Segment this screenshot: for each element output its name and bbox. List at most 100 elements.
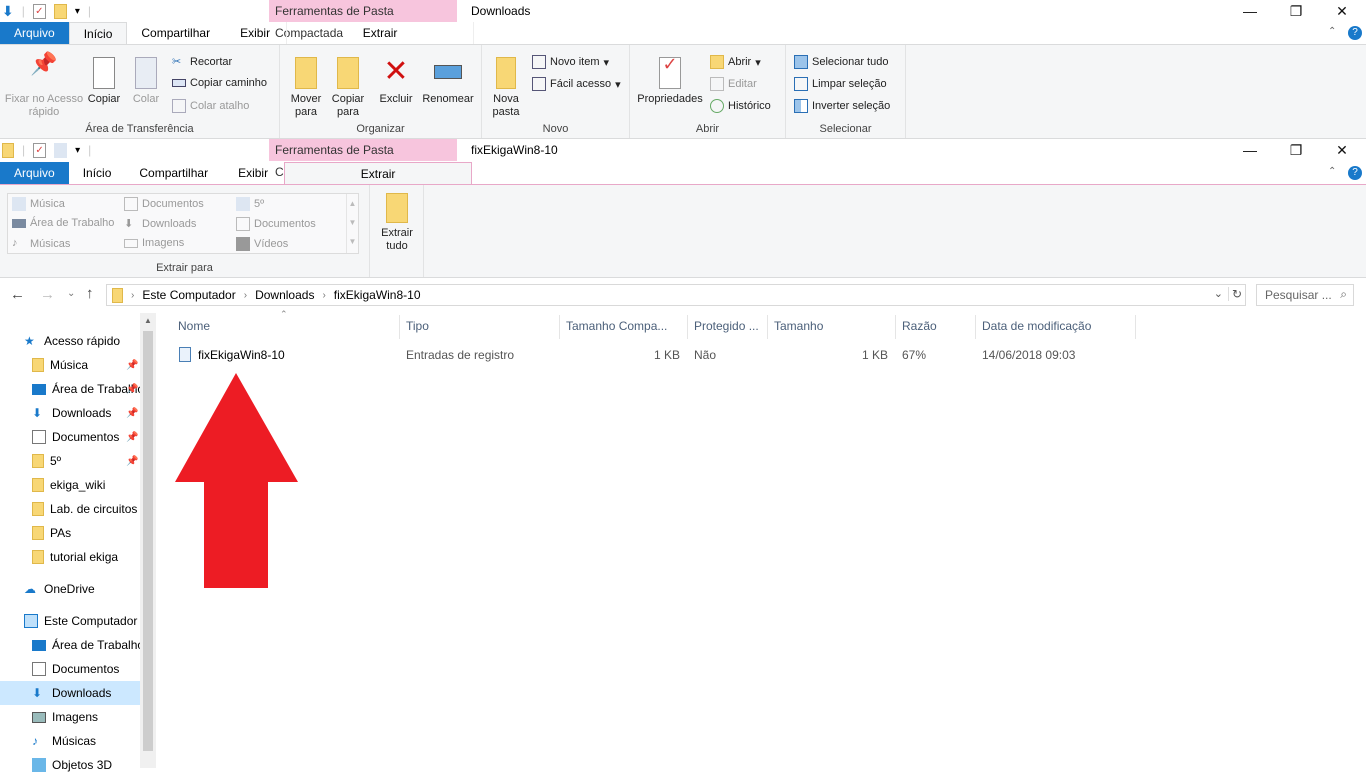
- address-dropdown-icon[interactable]: ⌄: [1214, 287, 1223, 300]
- tab-compartilhar[interactable]: Compartilhar: [125, 162, 222, 184]
- back-arrow-icon[interactable]: ←: [10, 286, 25, 303]
- column-header-date[interactable]: Data de modificação: [976, 315, 1136, 339]
- select-none-button[interactable]: Limpar seleção: [794, 77, 887, 91]
- tab-inicio[interactable]: Início: [69, 162, 126, 184]
- history-button[interactable]: Histórico: [710, 99, 771, 113]
- breadcrumb-item[interactable]: Este Computador: [142, 288, 235, 302]
- extract-target[interactable]: Vídeos: [236, 237, 288, 251]
- new-item-button[interactable]: Novo item ▾: [532, 55, 609, 69]
- minimize-button[interactable]: —: [1227, 0, 1273, 22]
- collapse-ribbon-icon[interactable]: ⌃: [1328, 166, 1336, 177]
- extract-target[interactable]: Documentos: [236, 217, 316, 231]
- extract-all-button[interactable]: Extrair tudo: [374, 193, 420, 253]
- new-folder-icon[interactable]: [54, 142, 68, 158]
- sidebar-item[interactable]: Documentos 📌: [0, 425, 140, 449]
- tab-compartilhar[interactable]: Compartilhar: [127, 22, 224, 45]
- sidebar-item[interactable]: ☁ OneDrive: [0, 577, 140, 601]
- help-icon[interactable]: ?: [1348, 26, 1362, 40]
- sidebar-item[interactable]: ⬇ Downloads 📌: [0, 401, 140, 425]
- maximize-button[interactable]: ❐: [1273, 0, 1319, 22]
- copy-to-button[interactable]: Copiar para: [328, 57, 368, 119]
- sidebar-item[interactable]: ★ Acesso rápido: [0, 329, 140, 353]
- tab-arquivo[interactable]: Arquivo: [0, 162, 69, 184]
- extract-target[interactable]: Imagens: [124, 237, 184, 249]
- column-header-ratio[interactable]: Razão: [896, 315, 976, 339]
- sidebar-item[interactable]: PAs: [0, 521, 140, 545]
- select-all-button[interactable]: Selecionar tudo: [794, 55, 888, 69]
- sidebar-item[interactable]: Área de Trabalho 📌: [0, 377, 140, 401]
- cut-button[interactable]: ✂ Recortar: [172, 55, 232, 69]
- sidebar-item[interactable]: Lab. de circuitos: [0, 497, 140, 521]
- move-to-button[interactable]: Mover para: [286, 57, 326, 119]
- extract-target[interactable]: ♪ Músicas: [12, 237, 70, 251]
- sidebar-item[interactable]: ekiga_wiki: [0, 473, 140, 497]
- column-header-compressed-size[interactable]: Tamanho Compa...: [560, 315, 688, 339]
- properties-button[interactable]: ✓ Propriedades: [634, 55, 706, 106]
- download-icon[interactable]: ⬇: [2, 3, 14, 20]
- tab-inicio[interactable]: Início: [68, 22, 128, 45]
- invert-selection-button[interactable]: Inverter seleção: [794, 99, 890, 113]
- recent-locations-chevron-icon[interactable]: ⌄: [67, 288, 75, 299]
- column-header-protected[interactable]: Protegido ...: [688, 315, 768, 339]
- gallery-scroll[interactable]: ▲ ▼ ▼: [346, 194, 358, 253]
- collapse-ribbon-icon[interactable]: ⌃: [1328, 26, 1336, 37]
- scroll-thumb[interactable]: [143, 331, 153, 751]
- pin-icon[interactable]: 📌: [126, 432, 138, 443]
- sidebar-item[interactable]: ⬇ Downloads: [0, 681, 140, 705]
- easy-access-button[interactable]: Fácil acesso ▾: [532, 77, 621, 91]
- customize-qat-icon[interactable]: ▾: [75, 145, 80, 156]
- close-button[interactable]: ✕: [1319, 139, 1365, 161]
- forward-arrow-icon[interactable]: →: [40, 286, 55, 303]
- sidebar-item[interactable]: 5º 📌: [0, 449, 140, 473]
- open-button[interactable]: Abrir ▾: [710, 55, 761, 69]
- edit-button[interactable]: Editar: [710, 77, 757, 91]
- pin-icon[interactable]: 📌: [126, 408, 138, 419]
- rename-button[interactable]: Renomear: [418, 57, 478, 106]
- up-arrow-icon[interactable]: ↑: [86, 285, 94, 302]
- address-bar[interactable]: › Este Computador › Downloads › fixEkigaWin…: [106, 284, 1246, 306]
- extract-target[interactable]: Área de Trabalho: [12, 217, 114, 229]
- sidebar-item[interactable]: Área de Trabalho: [0, 633, 140, 657]
- properties-icon[interactable]: ✓: [33, 142, 47, 158]
- sidebar-item[interactable]: Objetos 3D: [0, 753, 140, 777]
- tab-extrair[interactable]: Extrair: [284, 162, 473, 184]
- column-header-size[interactable]: Tamanho: [768, 315, 896, 339]
- column-header-name[interactable]: Nome: [172, 315, 400, 339]
- column-header-type[interactable]: Tipo: [400, 315, 560, 339]
- help-icon[interactable]: ?: [1348, 166, 1362, 180]
- copy-path-button[interactable]: Copiar caminho: [172, 77, 267, 89]
- extract-target[interactable]: 5º: [236, 197, 264, 211]
- pin-icon[interactable]: 📌: [126, 384, 138, 395]
- paste-button[interactable]: Colar: [128, 57, 164, 106]
- tab-exibir[interactable]: Exibir: [222, 162, 284, 184]
- breadcrumb-item[interactable]: Downloads: [255, 288, 314, 302]
- refresh-icon[interactable]: ↻: [1227, 287, 1242, 301]
- extract-target[interactable]: Música: [12, 197, 65, 211]
- sidebar-item[interactable]: Este Computador: [0, 609, 140, 633]
- sidebar-item[interactable]: tutorial ekiga: [0, 545, 140, 569]
- delete-button[interactable]: ✕ Excluir: [376, 57, 416, 106]
- new-folder-button[interactable]: Nova pasta: [488, 57, 524, 119]
- breadcrumb-item[interactable]: fixEkigaWin8-10: [334, 288, 421, 302]
- sidebar-scrollbar[interactable]: ▲: [140, 313, 156, 768]
- tab-exibir[interactable]: Exibir: [224, 22, 286, 45]
- pin-icon[interactable]: 📌: [126, 456, 138, 467]
- close-button[interactable]: ✕: [1319, 0, 1365, 22]
- extract-target[interactable]: Documentos: [124, 197, 204, 211]
- pin-quick-access-button[interactable]: 📌 Fixar no Acesso rápido: [4, 53, 84, 119]
- tab-extrair[interactable]: Extrair: [286, 22, 475, 45]
- folder-icon[interactable]: [53, 3, 67, 19]
- sidebar-item[interactable]: Documentos: [0, 657, 140, 681]
- file-name[interactable]: fixEkigaWin8-10: [198, 347, 285, 363]
- paste-shortcut-button[interactable]: Colar atalho: [172, 99, 249, 113]
- copy-button[interactable]: Copiar: [84, 57, 124, 106]
- sidebar-item[interactable]: Música 📌: [0, 353, 140, 377]
- minimize-button[interactable]: —: [1227, 139, 1273, 161]
- maximize-button[interactable]: ❐: [1273, 139, 1319, 161]
- pin-icon[interactable]: 📌: [126, 360, 138, 371]
- customize-qat-icon[interactable]: ▾: [75, 6, 80, 17]
- sidebar-item[interactable]: Imagens: [0, 705, 140, 729]
- properties-icon[interactable]: ✓: [32, 3, 46, 19]
- search-input[interactable]: Pesquisar ... ⌕: [1256, 284, 1354, 306]
- sidebar-item[interactable]: ♪ Músicas: [0, 729, 140, 753]
